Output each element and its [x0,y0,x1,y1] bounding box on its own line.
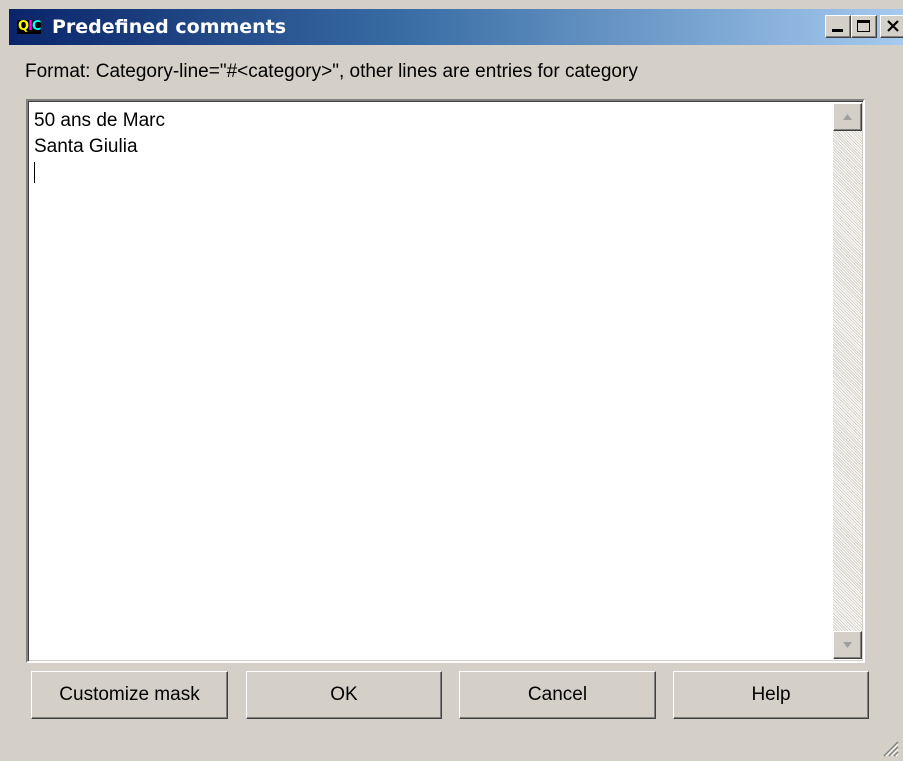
app-icon: QIC [17,19,42,34]
scroll-down-button[interactable] [833,631,862,659]
title-bar[interactable]: QIC Predefined comments [9,9,903,45]
cancel-button[interactable]: Cancel [459,671,656,719]
vertical-scrollbar[interactable] [833,103,862,659]
maximize-icon [857,20,870,32]
comments-textarea[interactable]: 50 ans de Marc Santa Giulia [26,99,865,663]
window-title: Predefined comments [52,16,287,38]
maximize-button[interactable] [851,15,877,38]
text-caret [34,162,35,183]
textarea-content[interactable]: 50 ans de Marc Santa Giulia [34,108,165,191]
help-button[interactable]: Help [673,671,869,719]
resize-grip-icon[interactable] [879,737,899,757]
scroll-up-button[interactable] [833,103,862,131]
format-hint-label: Format: Category-line="#<category>", oth… [25,61,638,82]
close-icon [887,20,899,32]
ok-button[interactable]: OK [246,671,442,719]
comment-line: 50 ans de Marc [34,110,165,131]
arrow-up-icon [843,114,852,120]
customize-mask-button[interactable]: Customize mask [31,671,228,719]
close-button[interactable] [880,15,903,38]
comment-line: Santa Giulia [34,136,138,157]
minimize-button[interactable] [825,15,851,38]
caret-line [34,160,165,191]
arrow-down-icon [843,642,852,648]
predefined-comments-dialog: QIC Predefined comments Format: Category… [0,0,903,761]
minimize-icon [832,29,843,32]
